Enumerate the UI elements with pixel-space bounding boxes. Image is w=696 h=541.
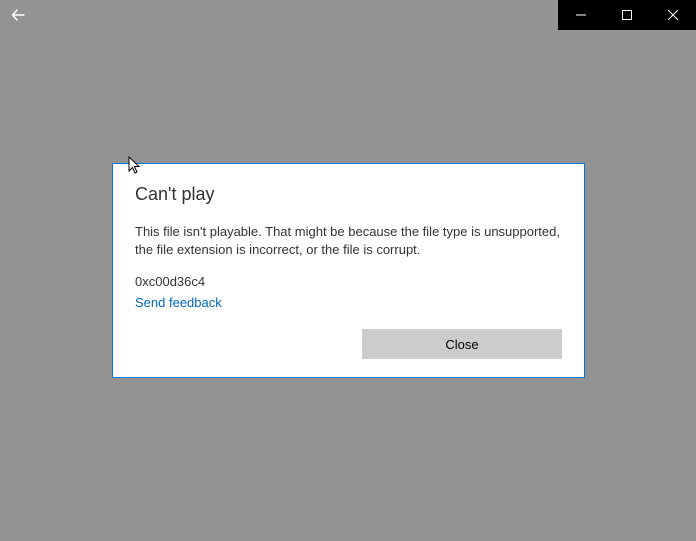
maximize-button[interactable]: [604, 0, 650, 30]
error-code: 0xc00d36c4: [135, 274, 562, 289]
back-button[interactable]: [10, 6, 28, 24]
window-controls: [558, 0, 696, 30]
close-button[interactable]: Close: [362, 329, 562, 359]
titlebar: [558, 0, 696, 30]
error-dialog: Can't play This file isn't playable. Tha…: [112, 163, 585, 378]
close-window-button[interactable]: [650, 0, 696, 30]
dialog-title: Can't play: [135, 184, 562, 205]
minimize-button[interactable]: [558, 0, 604, 30]
send-feedback-link[interactable]: Send feedback: [135, 295, 222, 310]
dialog-message: This file isn't playable. That might be …: [135, 223, 562, 258]
dialog-button-row: Close: [135, 329, 562, 359]
